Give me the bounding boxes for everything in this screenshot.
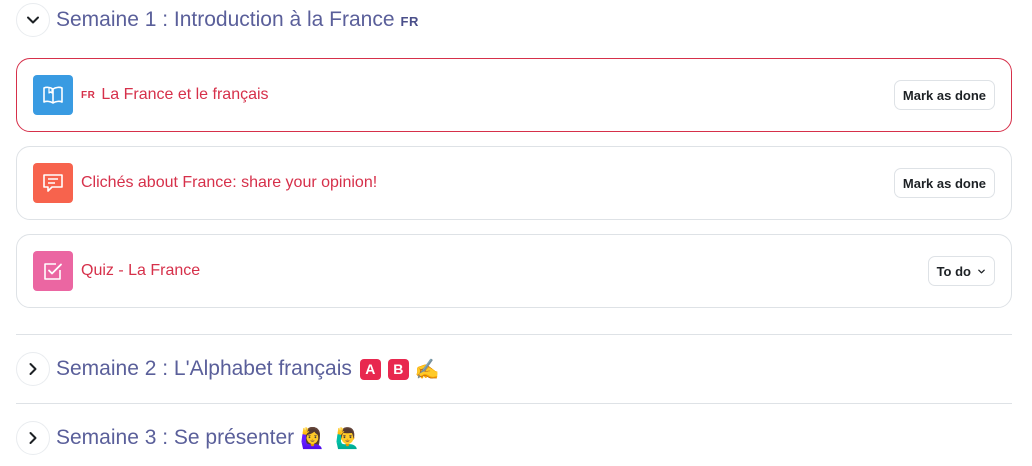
fr-badge: FR — [400, 13, 419, 29]
activity-item: Clichés about France: share your opinion… — [16, 146, 1012, 220]
section-week-1: Semaine 1 : Introduction à la France FR — [16, 2, 1012, 38]
activity-name: La France et le français — [101, 86, 269, 103]
section-toggle-button[interactable] — [16, 352, 50, 386]
letter-b-badge: B — [387, 358, 409, 380]
activity-name: Quiz - La France — [81, 262, 201, 279]
fr-badge: FR — [81, 89, 96, 101]
activity-item: Quiz - La France To do — [16, 234, 1012, 308]
activity-item: FR La France et le français Mark as done — [16, 58, 1012, 132]
quiz-icon — [33, 251, 73, 291]
mark-as-done-button[interactable]: Mark as done — [893, 80, 995, 110]
section-title-text: Semaine 3 : Se présenter — [56, 426, 295, 449]
chevron-right-icon — [29, 432, 37, 444]
section-week-3: Semaine 3 : Se présenter 🙋‍♀️ 🙋‍♂️ — [16, 420, 1012, 456]
section-toggle-button[interactable] — [16, 3, 50, 37]
section-toggle-button[interactable] — [16, 421, 50, 455]
writing-hand-icon: ✍️ — [414, 358, 440, 381]
section-title-link[interactable]: Semaine 2 : L'Alphabet français A B ✍️ — [56, 357, 440, 382]
section-header: Semaine 2 : L'Alphabet français A B ✍️ — [16, 351, 1012, 387]
section-title-text: Semaine 1 : Introduction à la France — [56, 8, 395, 31]
section-divider — [16, 334, 1012, 335]
activity-link[interactable]: Quiz - La France — [81, 262, 200, 280]
section-title-text: Semaine 2 : L'Alphabet français — [56, 357, 352, 380]
section-week-2: Semaine 2 : L'Alphabet français A B ✍️ — [16, 351, 1012, 387]
todo-label: To do — [936, 263, 971, 279]
chevron-down-icon — [978, 269, 985, 273]
activity-name: Clichés about France: share your opinion… — [81, 174, 378, 191]
section-divider — [16, 403, 1012, 404]
mark-as-done-button[interactable]: Mark as done — [893, 168, 995, 198]
section-title-link[interactable]: Semaine 3 : Se présenter 🙋‍♀️ 🙋‍♂️ — [56, 426, 360, 451]
activity-link[interactable]: FR La France et le français — [81, 86, 269, 104]
section-header: Semaine 1 : Introduction à la France FR — [16, 2, 1012, 38]
chevron-right-icon — [29, 363, 37, 375]
section-title-link[interactable]: Semaine 1 : Introduction à la France FR — [56, 8, 419, 32]
chevron-down-icon — [27, 16, 39, 24]
letter-a-badge: A — [359, 358, 381, 380]
man-raising-hand-icon: 🙋‍♂️ — [335, 427, 360, 450]
woman-raising-hand-icon: 🙋‍♀️ — [300, 427, 326, 450]
todo-dropdown-button[interactable]: To do — [927, 256, 995, 286]
activity-link[interactable]: Clichés about France: share your opinion… — [81, 174, 377, 192]
book-icon — [33, 75, 73, 115]
section-header: Semaine 3 : Se présenter 🙋‍♀️ 🙋‍♂️ — [16, 420, 1012, 456]
forum-icon — [33, 163, 73, 203]
